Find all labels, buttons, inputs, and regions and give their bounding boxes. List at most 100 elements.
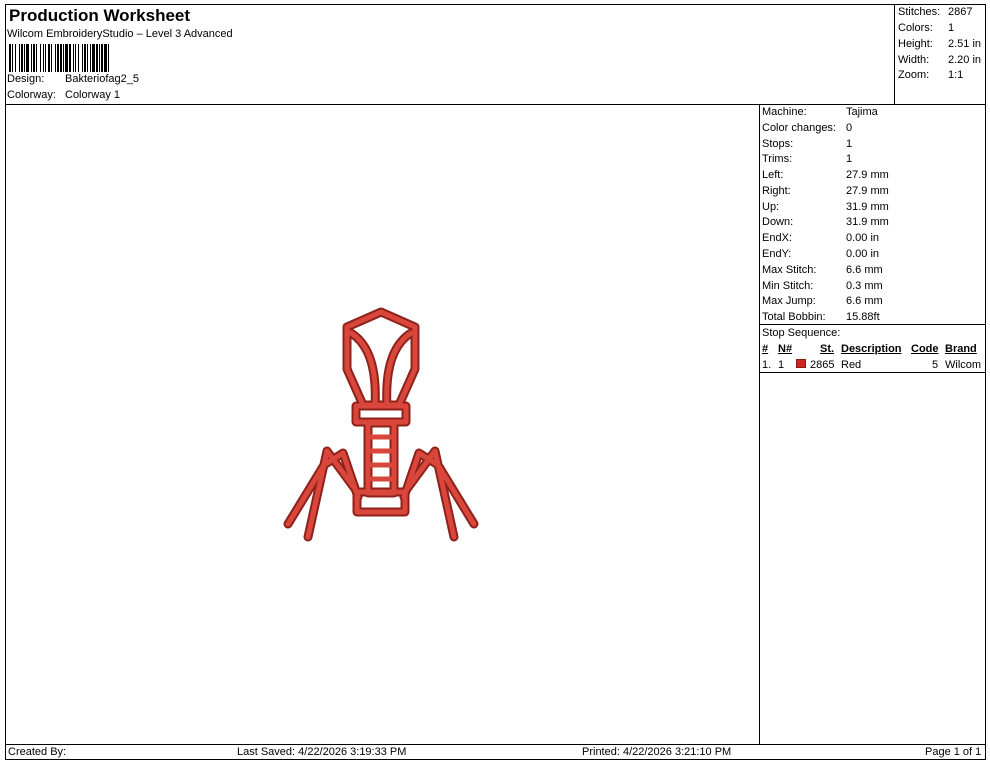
col-number: # bbox=[762, 343, 769, 355]
stop-sequence-title: Stop Sequence: bbox=[762, 327, 841, 339]
barcode-bar bbox=[96, 44, 98, 72]
row-stitches: 2865 bbox=[810, 359, 835, 371]
col-code: Code bbox=[911, 343, 939, 355]
endx-label: EndX: bbox=[762, 232, 792, 244]
total-bobbin-label: Total Bobbin: bbox=[762, 311, 826, 323]
footer-rule bbox=[5, 744, 986, 745]
col-brand: Brand bbox=[945, 343, 977, 355]
barcode-bar bbox=[75, 44, 76, 72]
barcode-bar bbox=[9, 44, 11, 72]
trims-value: 1 bbox=[846, 153, 853, 165]
barcode-bar bbox=[21, 44, 23, 72]
barcode-bar bbox=[65, 44, 68, 72]
colorway-label: Colorway: bbox=[7, 89, 56, 101]
color-swatch bbox=[796, 359, 806, 368]
barcode-bar bbox=[40, 44, 41, 72]
down-value: 31.9 mm bbox=[846, 216, 889, 228]
printed-date: Printed: 4/22/2026 3:21:10 PM bbox=[582, 746, 732, 758]
width-value: 2.20 in bbox=[948, 54, 982, 66]
max-jump-value: 6.6 mm bbox=[846, 295, 883, 307]
barcode-bar bbox=[92, 44, 95, 72]
barcode-bar bbox=[48, 44, 50, 72]
color-changes-value: 0 bbox=[846, 122, 853, 134]
barcode bbox=[9, 44, 109, 72]
row-description: Red bbox=[841, 359, 862, 371]
barcode-bar bbox=[82, 44, 83, 72]
left-value: 27.9 mm bbox=[846, 169, 889, 181]
height-value: 2.51 in bbox=[948, 38, 982, 50]
max-stitch-value: 6.6 mm bbox=[846, 264, 883, 276]
min-stitch-label: Min Stitch: bbox=[762, 280, 814, 292]
right-label: Right: bbox=[762, 185, 791, 197]
zoom-value: 1:1 bbox=[948, 69, 964, 81]
barcode-bar bbox=[12, 44, 13, 72]
trims-label: Trims: bbox=[762, 153, 793, 165]
right-value: 27.9 mm bbox=[846, 185, 889, 197]
row-brand: Wilcom bbox=[945, 359, 982, 371]
col-stitches: St. bbox=[820, 343, 835, 355]
barcode-bar bbox=[55, 44, 56, 72]
barcode-bar bbox=[51, 44, 52, 72]
barcode-bar bbox=[63, 44, 64, 72]
width-label: Width: bbox=[898, 54, 930, 66]
col-description: Description bbox=[841, 343, 902, 355]
barcode-bar bbox=[60, 44, 62, 72]
stop-table-bottom-rule bbox=[759, 372, 986, 373]
colorway-value: Colorway 1 bbox=[65, 89, 121, 101]
col-needle: N# bbox=[778, 343, 793, 355]
barcode-bar bbox=[108, 44, 109, 72]
barcode-bar bbox=[84, 44, 86, 72]
barcode-bar bbox=[101, 44, 103, 72]
barcode-bar bbox=[24, 44, 25, 72]
bacteriophage-design bbox=[283, 307, 479, 542]
height-label: Height: bbox=[898, 38, 933, 50]
colors-label: Colors: bbox=[898, 22, 933, 34]
worksheet-header: Production Worksheet Wilcom EmbroiderySt… bbox=[5, 4, 894, 104]
barcode-bar bbox=[26, 44, 29, 72]
page-number: Page 1 of 1 bbox=[925, 746, 982, 758]
embroidery-design-preview bbox=[283, 307, 479, 542]
last-saved: Last Saved: 4/22/2026 3:19:33 PM bbox=[237, 746, 407, 758]
barcode-bar bbox=[36, 44, 37, 72]
up-value: 31.9 mm bbox=[846, 201, 889, 213]
stop-sequence-rule bbox=[759, 324, 986, 325]
machine-value: Tajima bbox=[846, 106, 878, 118]
software-name: Wilcom EmbroideryStudio – Level 3 Advanc… bbox=[7, 28, 233, 40]
barcode-bar bbox=[69, 44, 71, 72]
endx-value: 0.00 in bbox=[846, 232, 880, 244]
barcode-bar bbox=[43, 44, 44, 72]
up-label: Up: bbox=[762, 201, 780, 213]
stops-label: Stops: bbox=[762, 138, 794, 150]
min-stitch-value: 0.3 mm bbox=[846, 280, 883, 292]
max-stitch-label: Max Stitch: bbox=[762, 264, 817, 276]
barcode-bar bbox=[78, 44, 79, 72]
row-needle: 1 bbox=[778, 359, 785, 371]
stitches-label: Stitches: bbox=[898, 6, 941, 18]
header-divider bbox=[894, 4, 895, 104]
stitches-value: 2867 bbox=[948, 6, 973, 18]
barcode-bar bbox=[19, 44, 20, 72]
barcode-bar bbox=[45, 44, 46, 72]
barcode-bar bbox=[104, 44, 107, 72]
zoom-label: Zoom: bbox=[898, 69, 930, 81]
colors-value: 1 bbox=[948, 22, 955, 34]
barcode-bar bbox=[99, 44, 100, 72]
down-label: Down: bbox=[762, 216, 794, 228]
page-title: Production Worksheet bbox=[9, 6, 191, 25]
machine-label: Machine: bbox=[762, 106, 807, 118]
barcode-bar bbox=[87, 44, 88, 72]
row-code: 5 bbox=[932, 359, 939, 371]
left-label: Left: bbox=[762, 169, 784, 181]
endy-label: EndY: bbox=[762, 248, 792, 260]
total-bobbin-value: 15.88ft bbox=[846, 311, 880, 323]
barcode-bar bbox=[73, 44, 74, 72]
barcode-bar bbox=[57, 44, 59, 72]
created-by: Created By: bbox=[8, 746, 67, 758]
barcode-bar bbox=[31, 44, 32, 72]
max-jump-label: Max Jump: bbox=[762, 295, 816, 307]
design-label: Design: bbox=[7, 73, 45, 85]
barcode-bar bbox=[90, 44, 91, 72]
endy-value: 0.00 in bbox=[846, 248, 880, 260]
design-value: Bakteriofag2_5 bbox=[65, 73, 139, 85]
row-number: 1. bbox=[762, 359, 772, 371]
